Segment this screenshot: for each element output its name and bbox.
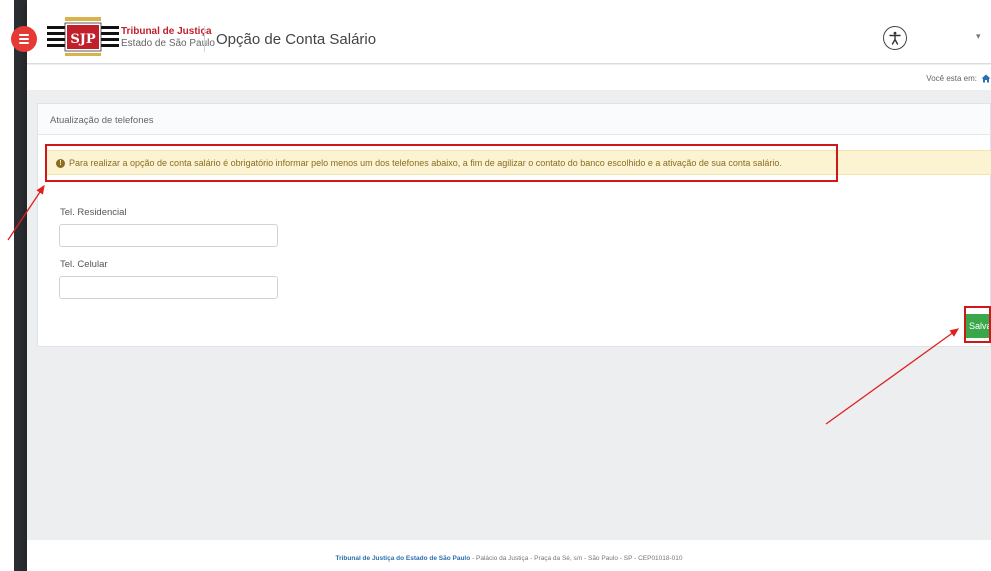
footer-address: - Palácio da Justiça - Praça da Sé, s/n …	[470, 555, 683, 562]
accessibility-icon	[889, 31, 901, 45]
panel-title: Atualização de telefones	[50, 115, 154, 126]
chevron-down-icon[interactable]: ▾	[976, 31, 981, 42]
breadcrumb-bar: Você esta em:	[27, 65, 991, 90]
breadcrumb: Você esta em:	[926, 74, 991, 83]
org-name-line2: Estado de São Paulo	[121, 38, 215, 49]
footer-text: Tribunal de Justiça do Estado de São Pau…	[27, 555, 991, 562]
app-window: SJP Tribunal de Justiça Estado de São Pa…	[11, 0, 991, 571]
tjsp-logo-icon: SJP	[47, 17, 119, 56]
breadcrumb-prefix: Você esta em:	[926, 74, 977, 83]
header: SJP Tribunal de Justiça Estado de São Pa…	[11, 0, 991, 64]
hamburger-icon-line	[19, 38, 29, 40]
hamburger-icon-line	[19, 42, 29, 44]
svg-text:SJP: SJP	[70, 32, 96, 47]
alert-highlight-box	[45, 144, 838, 182]
phone-update-panel: Atualização de telefones ! Para realizar…	[37, 103, 991, 347]
menu-button[interactable]	[11, 26, 37, 52]
mobile-phone-input[interactable]	[59, 276, 278, 299]
accessibility-button[interactable]	[883, 26, 907, 50]
footer: Tribunal de Justiça do Estado de São Pau…	[27, 540, 991, 571]
org-name-line1: Tribunal de Justiça	[121, 26, 212, 37]
mobile-phone-label: Tel. Celular	[60, 259, 108, 270]
save-highlight-box	[964, 306, 991, 343]
hamburger-icon	[19, 34, 29, 36]
residential-phone-label: Tel. Residencial	[60, 207, 127, 218]
residential-phone-input[interactable]	[59, 224, 278, 247]
panel-header: Atualização de telefones	[38, 104, 990, 135]
footer-org: Tribunal de Justiça do Estado de São Pau…	[335, 555, 471, 562]
sidebar-collapsed	[14, 0, 27, 571]
left-margin	[0, 0, 14, 571]
home-icon[interactable]	[981, 74, 991, 83]
page-title: Opção de Conta Salário	[216, 31, 377, 48]
header-divider	[204, 26, 205, 52]
organization-name: Tribunal de Justiça Estado de São Paulo	[121, 26, 215, 50]
